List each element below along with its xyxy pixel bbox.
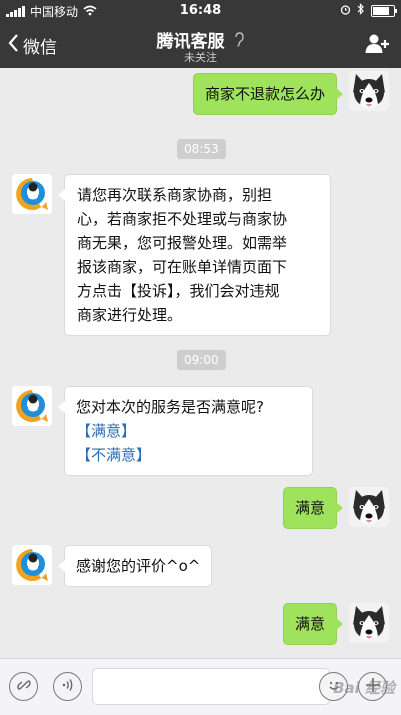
message-line: 商家进行处理。 — [77, 306, 183, 324]
avatar-user[interactable] — [349, 487, 389, 527]
message-bubble-user[interactable]: 满意 — [282, 487, 344, 529]
husky-avatar-icon — [349, 487, 389, 527]
message-input[interactable] — [92, 668, 330, 705]
avatar-bot[interactable] — [12, 545, 52, 585]
message-bubble-user[interactable]: 商家不退款怎么办 — [192, 73, 344, 115]
avatar-user[interactable] — [349, 603, 389, 643]
bluetooth-icon — [357, 3, 365, 18]
message-bubble-user[interactable]: 满意 — [282, 603, 344, 645]
tencent-service-logo-icon — [12, 174, 52, 214]
message-bubble-bot[interactable]: 请您再次联系商家协商，别担 心，若商家拒不处理或与商家协 商无果，您可报警处理。… — [58, 174, 331, 336]
status-right — [340, 3, 397, 18]
avatar-bot[interactable] — [12, 386, 52, 426]
message-bubble-bot[interactable]: 感谢您的评价^o^ — [57, 545, 213, 587]
alarm-icon — [340, 4, 351, 18]
chat-subtitle: 未关注 — [184, 51, 217, 64]
battery-fill — [373, 6, 390, 15]
satisfied-link[interactable]: 【满意】 — [76, 419, 301, 443]
message-line: 方点击【投诉】，我们会对违规 — [77, 282, 280, 300]
message-text: 商家不退款怎么办 — [204, 85, 325, 103]
chat-area[interactable]: 商家不退款怎么办 08:53 请您再次联系商家协商，别担 心，若商家拒不处理或与… — [0, 68, 401, 658]
tencent-service-logo-icon — [12, 386, 52, 426]
link-icon — [16, 677, 32, 697]
husky-avatar-icon — [349, 603, 389, 643]
message-line: 报该商家，可在账单详情页面下 — [77, 258, 288, 276]
nav-bar: 微信 腾讯客服 未关注 — [0, 22, 401, 68]
husky-avatar-icon — [349, 71, 389, 111]
timestamp: 08:53 — [177, 139, 226, 159]
message-bubble-bot[interactable]: 您对本次的服务是否满意呢? 【满意】 【不满意】 — [58, 386, 313, 476]
avatar-user[interactable] — [349, 71, 389, 111]
message-text: 您对本次的服务是否满意呢? — [76, 398, 264, 416]
message-line: 请您再次联系商家协商，别担 — [77, 186, 273, 204]
voice-icon — [61, 677, 75, 696]
message-text: 满意 — [294, 499, 325, 517]
watermark: Bai 经验 — [333, 679, 395, 697]
add-user-icon — [365, 34, 389, 59]
input-bar: Bai 经验 — [0, 658, 401, 715]
avatar-bot[interactable] — [12, 174, 52, 214]
message-line: 商无果，您可报警处理。如需举 — [77, 234, 288, 252]
voice-mode-button[interactable] — [53, 672, 82, 701]
add-contact-button[interactable] — [365, 33, 389, 59]
message-line: 心，若商家拒不处理或与商家协 — [77, 210, 288, 228]
timestamp: 09:00 — [177, 350, 226, 370]
message-text: 满意 — [294, 615, 325, 633]
tencent-service-logo-icon — [12, 545, 52, 585]
message-text: 感谢您的评价^o^ — [76, 557, 201, 575]
status-bar: 中国移动 16:48 — [0, 0, 401, 22]
battery-icon — [371, 4, 397, 17]
mini-program-button[interactable] — [9, 672, 38, 701]
unsatisfied-link[interactable]: 【不满意】 — [76, 443, 301, 467]
